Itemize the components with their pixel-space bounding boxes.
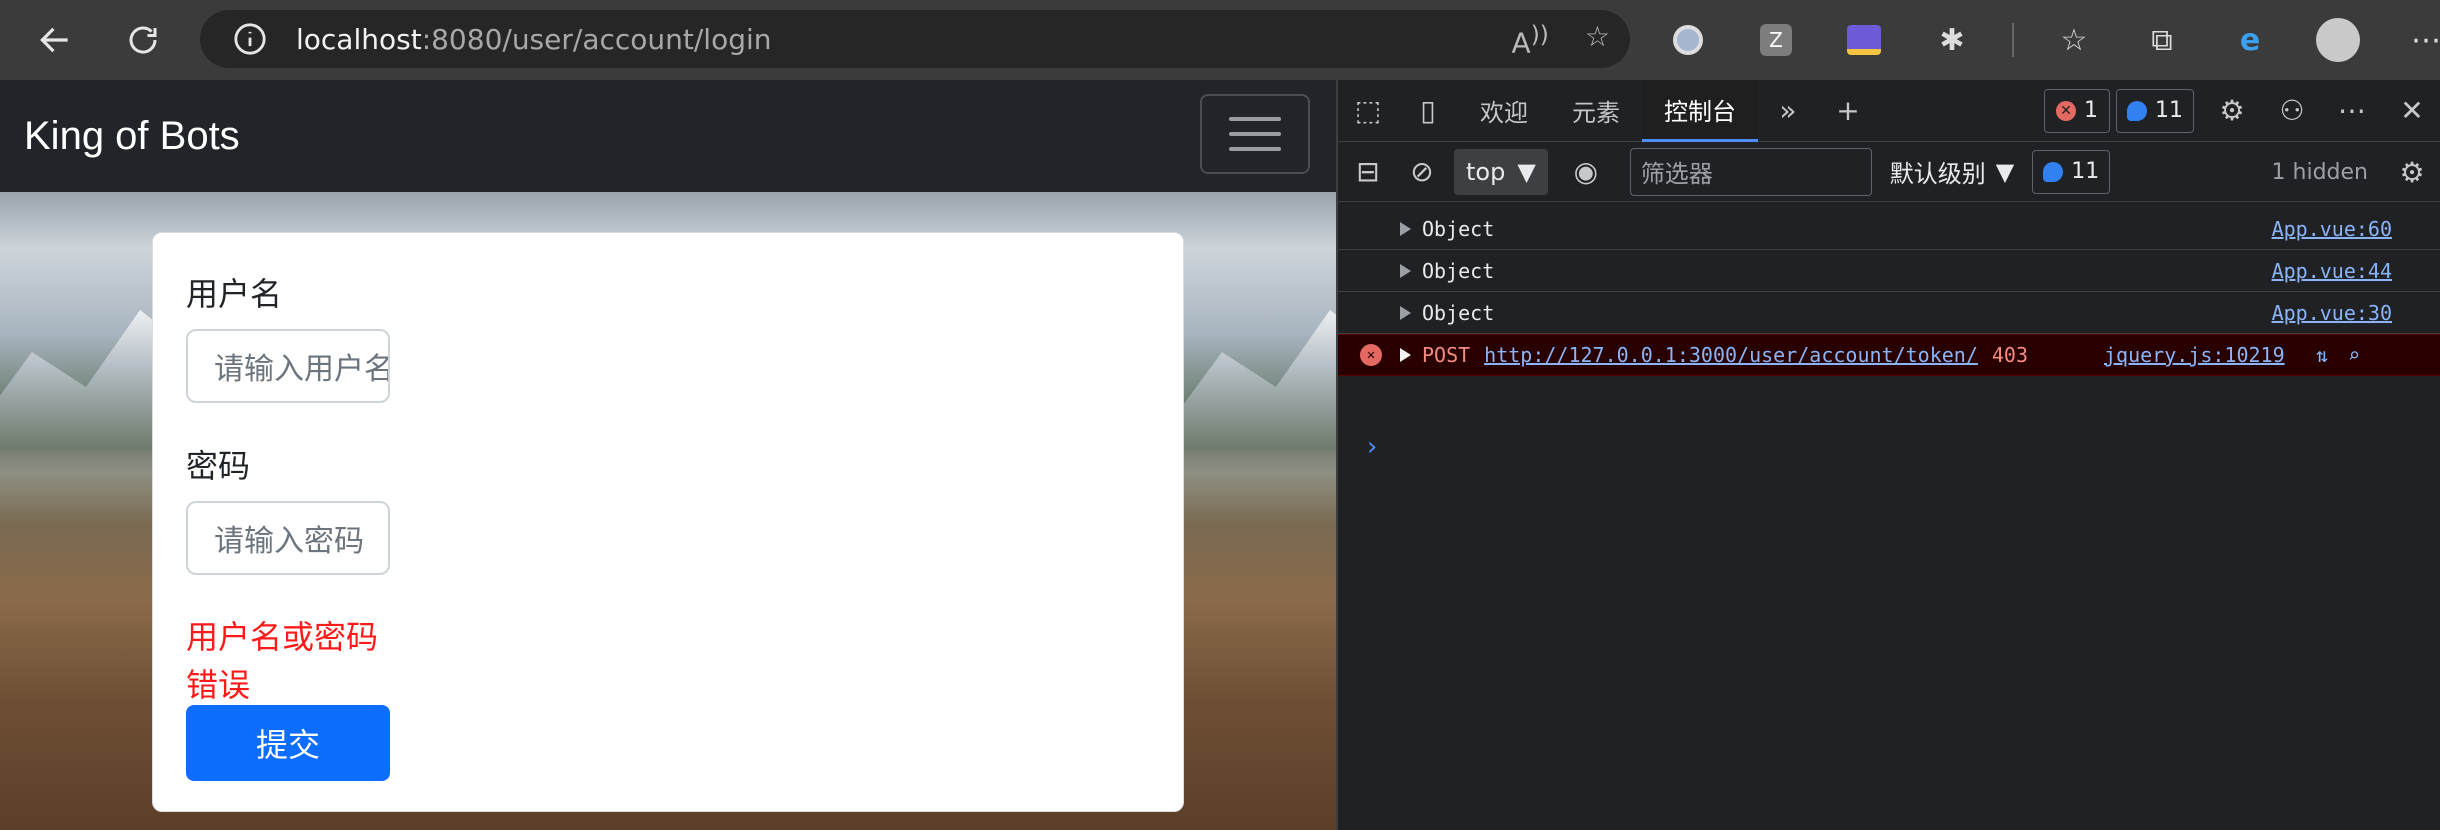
error-source-link[interactable]: jquery.js:10219 [2104, 343, 2285, 367]
search-icon[interactable]: ⌕ [2348, 343, 2360, 367]
url-path: :8080/user/account/login [421, 22, 772, 56]
password-input[interactable]: 请输入密码 [186, 501, 390, 575]
extensions-puzzle-icon[interactable]: ✱ [1924, 12, 1980, 68]
login-card: 用户名 请输入用户名 密码 请输入密码 用户名或密码错误 提交 [152, 232, 1184, 812]
log-source-link[interactable]: App.vue:44 [2272, 259, 2392, 283]
error-message: 用户名或密码错误 [186, 618, 379, 704]
profile-avatar-icon[interactable] [2310, 12, 2366, 68]
tab-welcome[interactable]: 欢迎 [1458, 80, 1550, 142]
username-input[interactable]: 请输入用户名 [186, 329, 390, 403]
favorite-add-icon[interactable]: ☆ [1585, 20, 1610, 59]
expand-triangle-icon[interactable] [1400, 348, 1411, 362]
console-log-row[interactable]: Object App.vue:44 [1338, 250, 2440, 292]
more-options-icon[interactable]: ⋯ [2322, 81, 2382, 141]
console-log-row[interactable]: Object App.vue:60 [1338, 208, 2440, 250]
settings-gear-icon[interactable]: ⚙ [2202, 81, 2262, 141]
console-message-badge[interactable]: 11 [2032, 149, 2111, 194]
dropdown-icon: ▼ [1995, 157, 2015, 186]
console-prompt-icon[interactable]: › [1364, 432, 1380, 462]
error-icon: ✕ [2056, 100, 2076, 121]
read-aloud-icon[interactable]: A)) [1512, 20, 1549, 59]
collections-icon[interactable]: ⧉ [2134, 12, 2190, 68]
message-icon [2043, 161, 2064, 182]
message-icon [2127, 100, 2147, 121]
customize-icon[interactable]: ⚇ [2262, 81, 2322, 141]
message-count-badge[interactable]: 11 [2116, 88, 2194, 133]
log-level-select[interactable]: 默认级别 ▼ [1890, 154, 2014, 189]
context-select[interactable]: top ▼ [1454, 148, 1548, 195]
more-menu-icon[interactable]: ⋯ [2398, 12, 2440, 68]
refresh-icon[interactable] [108, 5, 178, 75]
submit-button[interactable]: 提交 [186, 705, 390, 781]
console-toolbar: ⊟ ⊘ top ▼ ◉ 筛选器 默认级别 ▼ 11 1 hidden ⚙ [1338, 142, 2440, 202]
navbar-toggler-button[interactable] [1200, 94, 1310, 174]
extension-z-icon[interactable]: Z [1748, 12, 1804, 68]
navbar: King of Bots [0, 80, 1336, 192]
address-bar[interactable]: localhost:8080/user/account/login A)) ☆ [200, 10, 1630, 68]
back-icon[interactable] [20, 5, 90, 75]
devtools-panel: ⬚ ▯ 欢迎 元素 控制台 » + ✕ 1 11 ⚙ ⚇ ⋯ ✕ ⊟ ⊘ top ▼… [1336, 79, 2440, 830]
username-label: 用户名 [186, 275, 283, 313]
dropdown-icon: ▼ [1517, 157, 1536, 186]
log-text: Object [1422, 258, 1495, 283]
error-url-link[interactable]: http://127.0.0.1:3000/user/account/token… [1484, 343, 1978, 367]
log-source-link[interactable]: App.vue:30 [2272, 301, 2392, 325]
web-page: King of Bots 用户名 请输入用户名 密码 请输入密码 用户名或密码错… [0, 80, 1336, 830]
expand-triangle-icon[interactable] [1400, 221, 1411, 236]
log-source-link[interactable]: App.vue:60 [2272, 217, 2392, 241]
console-output: Object App.vue:60 Object App.vue:44 Obje… [1338, 208, 2440, 462]
tab-console[interactable]: 控制台 [1642, 79, 1758, 142]
network-request-icon[interactable]: ⇅ [2316, 343, 2328, 367]
context-value: top [1466, 157, 1506, 186]
hamburger-line [1229, 147, 1281, 151]
device-emulation-icon[interactable]: ▯ [1398, 81, 1458, 141]
brand-link[interactable]: King of Bots [24, 114, 240, 159]
close-devtools-icon[interactable]: ✕ [2382, 81, 2440, 141]
tab-elements[interactable]: 元素 [1550, 80, 1642, 142]
hidden-count: 1 hidden [2271, 160, 2368, 185]
password-label: 密码 [186, 447, 251, 485]
ie-mode-icon[interactable]: e [2222, 12, 2278, 68]
add-tab-icon[interactable]: + [1818, 81, 1878, 141]
console-log-row[interactable]: Object App.vue:30 [1338, 292, 2440, 334]
hamburger-line [1229, 117, 1281, 121]
toolbar-divider [2012, 23, 2014, 57]
message-badge-count: 11 [2071, 159, 2100, 184]
log-text: Object [1422, 216, 1495, 241]
hamburger-line [1229, 132, 1281, 136]
console-error-row[interactable]: ✕ POST http://127.0.0.1:3000/user/accoun… [1338, 334, 2440, 376]
more-tabs-icon[interactable]: » [1758, 81, 1818, 141]
extension-circle-icon[interactable] [1660, 12, 1716, 68]
sidebar-toggle-icon[interactable]: ⊟ [1338, 142, 1398, 202]
extension-shield-icon[interactable] [1836, 12, 1892, 68]
error-count-badge[interactable]: ✕ 1 [2044, 88, 2110, 133]
log-text: Object [1422, 300, 1495, 325]
error-icon: ✕ [1360, 344, 1382, 366]
url-host: localhost [296, 22, 422, 56]
browser-toolbar: localhost:8080/user/account/login A)) ☆ … [0, 0, 2440, 80]
devtools-tabbar: ⬚ ▯ 欢迎 元素 控制台 » + ✕ 1 11 ⚙ ⚇ ⋯ ✕ [1338, 79, 2440, 142]
error-count: 1 [2084, 98, 2098, 123]
expand-triangle-icon[interactable] [1400, 263, 1411, 278]
filter-input[interactable]: 筛选器 [1629, 147, 1872, 196]
inspect-element-icon[interactable]: ⬚ [1338, 81, 1398, 141]
favorites-icon[interactable]: ☆ [2046, 12, 2102, 68]
message-count: 11 [2155, 98, 2183, 123]
live-expression-eye-icon[interactable]: ◉ [1556, 142, 1616, 202]
info-icon[interactable] [222, 11, 278, 67]
expand-triangle-icon[interactable] [1400, 305, 1411, 320]
error-method: POST [1422, 343, 1471, 367]
clear-console-icon[interactable]: ⊘ [1398, 142, 1446, 202]
log-level-value: 默认级别 [1889, 160, 1986, 188]
error-status: 403 [1991, 343, 2028, 367]
console-settings-icon[interactable]: ⚙ [2382, 142, 2440, 202]
